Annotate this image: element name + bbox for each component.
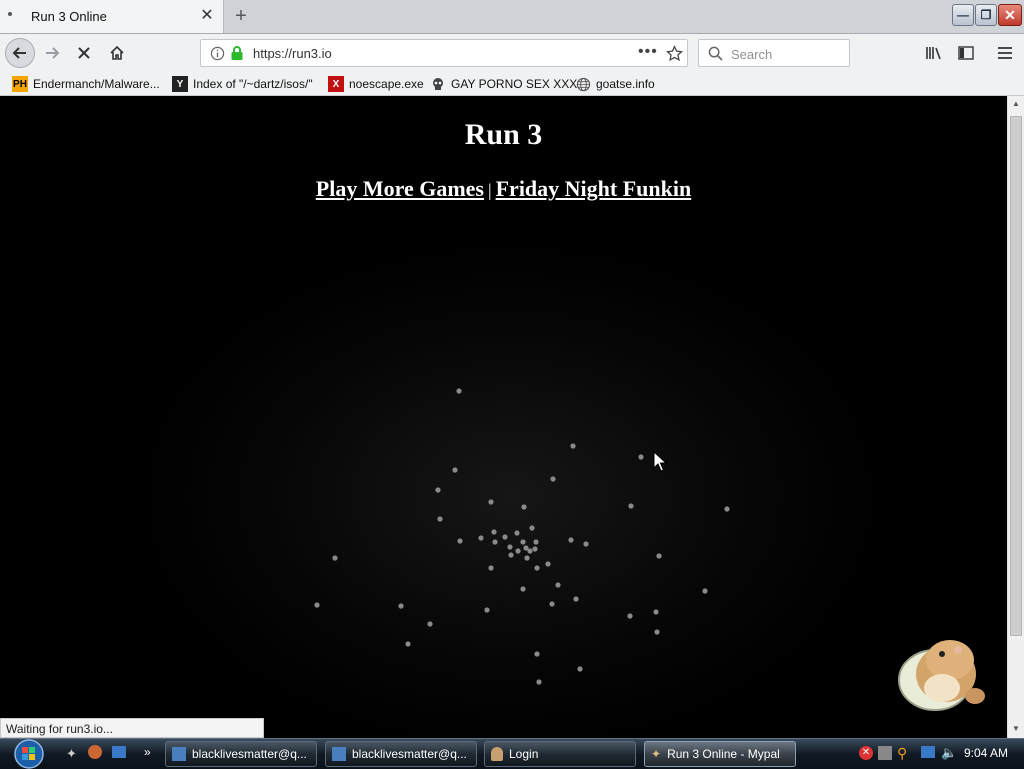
forward-arrow-icon xyxy=(46,47,60,59)
page-content: Run 3 Play More Games | Friday Night Funki… xyxy=(0,96,1007,738)
hamster-mascot-image xyxy=(898,640,985,711)
link-separator: | xyxy=(488,180,492,200)
app-icon xyxy=(172,747,186,761)
bookmark-goatse[interactable]: goatse.info xyxy=(575,76,655,92)
window-controls: — ❐ ✕ xyxy=(952,4,1022,28)
x-icon: X xyxy=(328,76,344,92)
taskbar-item-label: Login xyxy=(509,747,539,761)
forward-button[interactable] xyxy=(38,39,66,67)
system-tray: ✕ ⚲ 🔈 9:04 AM xyxy=(854,739,1024,769)
taskbar-item-label: Run 3 Online - Mypal xyxy=(667,747,780,761)
bookmark-gay-porno[interactable]: GAY PORNO SEX XXX xyxy=(430,76,577,92)
nav-bar: https://run3.io ••• xyxy=(0,34,1024,72)
bookmark-label: goatse.info xyxy=(596,77,655,91)
clock[interactable]: 9:04 AM xyxy=(964,746,1008,760)
tab-close-icon[interactable]: ✕ xyxy=(199,8,215,24)
scrollbar-thumb[interactable] xyxy=(1010,116,1022,636)
quicklaunch-more-icon[interactable]: » xyxy=(144,745,151,759)
scroll-up-icon[interactable]: ▲ xyxy=(1011,99,1021,108)
tray-app-icon[interactable] xyxy=(878,746,892,760)
mouse-cursor-icon xyxy=(653,451,667,472)
search-bar[interactable] xyxy=(698,39,850,67)
bookmark-dartz-isos[interactable]: Y Index of "/~dartz/isos/" xyxy=(172,76,313,92)
tab-run3[interactable]: Run 3 Online ✕ xyxy=(0,0,224,33)
network-icon[interactable] xyxy=(921,746,935,758)
quicklaunch-desktop-icon[interactable] xyxy=(112,746,126,758)
menu-button[interactable] xyxy=(991,39,1019,67)
minimize-button[interactable]: — xyxy=(952,4,974,26)
back-button[interactable] xyxy=(5,38,35,68)
app-icon xyxy=(332,747,346,761)
vertical-scrollbar[interactable]: ▲ ▼ xyxy=(1007,96,1024,738)
home-icon xyxy=(110,45,124,60)
status-bar: Waiting for run3.io... xyxy=(0,718,264,738)
window-close-button[interactable]: ✕ xyxy=(998,4,1022,26)
library-icon xyxy=(926,47,941,60)
search-icon xyxy=(708,46,723,61)
sidebar-button[interactable] xyxy=(952,39,980,67)
windows-taskbar: ✦ » blacklivesmatter@q... blacklivesmatt… xyxy=(0,738,1024,769)
url-text: https://run3.io xyxy=(253,46,332,61)
taskbar-item-email-2[interactable]: blacklivesmatter@q... xyxy=(325,741,477,767)
page-links: Play More Games | Friday Night Funkin xyxy=(0,176,1007,202)
bookmark-noescape[interactable]: X noescape.exe xyxy=(328,76,424,92)
lock-icon[interactable] xyxy=(230,45,244,61)
taskbar-item-label: blacklivesmatter@q... xyxy=(192,747,307,761)
page-title: Run 3 xyxy=(464,118,543,151)
bookmark-star-icon[interactable] xyxy=(666,45,683,62)
bookmark-endermanch[interactable]: PH Endermanch/Malware... xyxy=(12,76,160,92)
taskbar-item-email-1[interactable]: blacklivesmatter@q... xyxy=(165,741,317,767)
friday-night-funkin-link[interactable]: Friday Night Funkin xyxy=(496,176,692,201)
antivirus-icon[interactable]: ✕ xyxy=(859,746,873,760)
pornhub-icon: PH xyxy=(12,76,28,92)
tab-strip: Run 3 Online ✕ + — ❐ ✕ xyxy=(0,0,1024,34)
restore-button[interactable]: ❐ xyxy=(975,4,997,26)
back-arrow-icon xyxy=(12,47,26,59)
search-input[interactable] xyxy=(729,44,848,64)
taskbar-item-login[interactable]: Login xyxy=(484,741,636,767)
bookmark-label: Index of "/~dartz/isos/" xyxy=(193,77,313,91)
globe-icon xyxy=(575,76,591,92)
skull-icon xyxy=(430,76,446,92)
new-tab-button[interactable]: + xyxy=(230,5,252,27)
bookmark-label: noescape.exe xyxy=(349,77,424,91)
app-icon: ✦ xyxy=(651,747,662,761)
bookmark-label: Endermanch/Malware... xyxy=(33,77,160,91)
page-actions-icon[interactable]: ••• xyxy=(638,43,658,61)
scroll-down-icon[interactable]: ▼ xyxy=(1011,724,1021,733)
quicklaunch-browser-icon[interactable] xyxy=(88,745,102,759)
library-button[interactable] xyxy=(920,39,948,67)
ycombinator-icon: Y xyxy=(172,76,188,92)
info-icon[interactable] xyxy=(210,46,225,61)
home-button[interactable] xyxy=(103,39,131,67)
play-more-games-link[interactable]: Play More Games xyxy=(316,176,484,201)
bookmark-label: GAY PORNO SEX XXX xyxy=(451,77,578,91)
quicklaunch-butterfly-icon[interactable]: ✦ xyxy=(66,746,77,762)
bookmarks-bar: PH Endermanch/Malware... Y Index of "/~d… xyxy=(0,72,1024,96)
stop-x-icon xyxy=(78,47,90,59)
tab-title: Run 3 Online xyxy=(31,9,107,24)
volume-icon[interactable]: 🔈 xyxy=(941,745,957,761)
sidebar-icon xyxy=(958,46,974,60)
app-icon xyxy=(491,747,503,761)
tab-loading-dot xyxy=(8,12,12,16)
tray-search-icon[interactable]: ⚲ xyxy=(897,745,907,762)
start-button[interactable] xyxy=(8,739,50,769)
taskbar-item-run3[interactable]: ✦ Run 3 Online - Mypal xyxy=(644,741,796,767)
hamburger-menu-icon xyxy=(998,47,1012,59)
stop-button[interactable] xyxy=(70,39,98,67)
taskbar-item-label: blacklivesmatter@q... xyxy=(352,747,467,761)
url-bar[interactable]: https://run3.io ••• xyxy=(200,39,688,67)
